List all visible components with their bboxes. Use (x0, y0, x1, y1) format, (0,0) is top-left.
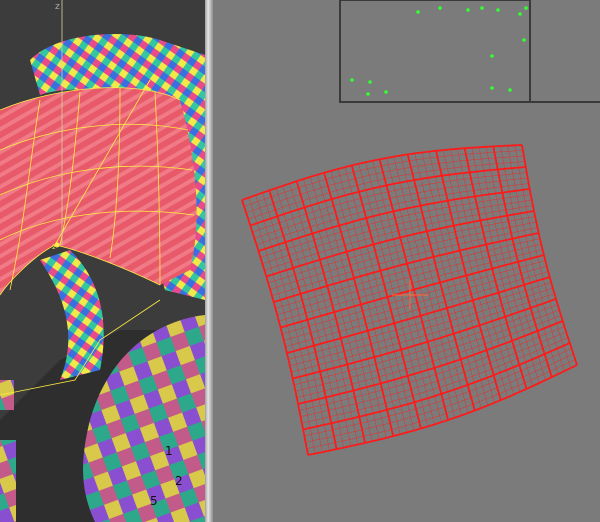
uv-subedge-v[interactable] (305, 353, 574, 443)
texture-marker (490, 54, 494, 58)
app-root: 1 2 5 2 z (0, 0, 600, 522)
uv-subedge-v[interactable] (295, 309, 560, 392)
texture-marker (524, 6, 528, 10)
texture-marker (384, 90, 388, 94)
uv-subedge-u[interactable] (500, 145, 559, 375)
texture-marker (480, 6, 484, 10)
uv-editor[interactable] (213, 0, 600, 522)
texture-marker (416, 10, 420, 14)
uv-edge-v[interactable] (307, 364, 578, 456)
uv-subedge-u[interactable] (514, 145, 571, 369)
uv-subedge-v[interactable] (294, 304, 558, 386)
uv-subedge-u[interactable] (478, 147, 540, 384)
uv-subedge-v[interactable] (262, 199, 532, 264)
uv-edge-v[interactable] (266, 210, 535, 278)
texture-marker (518, 12, 522, 16)
uv-transform-gizmo[interactable] (392, 280, 428, 310)
axis-label-z: z (55, 2, 60, 12)
texture-bounds (339, 0, 531, 103)
pivot-label: 2 (52, 244, 56, 251)
texture-marker (508, 88, 512, 92)
panel-splitter[interactable] (205, 0, 213, 522)
viewport-3d[interactable]: 1 2 5 2 z (0, 0, 205, 522)
checker-number: 5 (150, 494, 158, 508)
texture-marker (350, 78, 354, 82)
uv-subedge-v[interactable] (268, 216, 536, 284)
uv-subedge-u[interactable] (485, 146, 546, 381)
texture-marker (496, 8, 500, 12)
viewport-canvas[interactable]: 1 2 5 2 (0, 0, 205, 522)
checker-number: 2 (175, 474, 183, 488)
uv-subedge-v[interactable] (254, 177, 528, 239)
uv-subedge-v[interactable] (296, 315, 562, 398)
uv-edge-v[interactable] (250, 166, 526, 227)
texture-marker (368, 80, 372, 84)
texture-markers (350, 6, 528, 96)
uv-subedge-u[interactable] (507, 145, 565, 372)
texture-marker (522, 38, 526, 42)
checker-number: 1 (165, 444, 173, 458)
texture-marker (366, 92, 370, 96)
uv-subedge-v[interactable] (291, 293, 555, 373)
uv-canvas[interactable] (213, 0, 600, 522)
texture-marker (438, 6, 442, 10)
texture-marker (466, 8, 470, 12)
uv-subedge-v[interactable] (300, 331, 567, 417)
texture-marker (490, 86, 494, 90)
uv-edge-u[interactable] (492, 146, 553, 378)
